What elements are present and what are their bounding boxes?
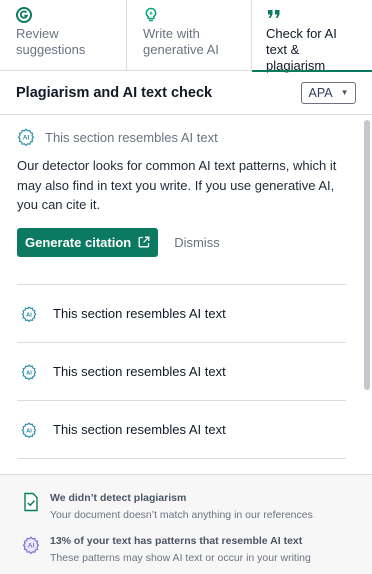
- generate-citation-button[interactable]: Generate citation: [17, 227, 159, 257]
- list-item-text: This section resembles AI text: [53, 364, 226, 379]
- tab-bar: Review suggestions Write with generative…: [0, 0, 372, 73]
- list-item-text: This section resembles AI text: [53, 306, 226, 321]
- list-item[interactable]: AI This section resembles AI text: [17, 284, 346, 342]
- ai-card-actions: Generate citation Dismiss: [17, 227, 356, 257]
- generate-citation-label: Generate citation: [25, 234, 132, 250]
- ai-card-header: AI This section resembles AI text: [17, 128, 356, 146]
- svg-text:AI: AI: [28, 543, 35, 550]
- ai-text-status-text: 13% of your text has patterns that resem…: [50, 534, 311, 565]
- summary-footer: We didn’t detect plagiarism Your documen…: [0, 474, 372, 574]
- tab-write-with-generative-ai-label: Write with generative AI: [143, 26, 219, 57]
- ai-card-header-text: This section resembles AI text: [45, 129, 218, 145]
- ai-chip-icon: AI: [21, 363, 37, 380]
- ai-card-description: Our detector looks for common AI text pa…: [17, 158, 337, 212]
- svg-text:AI: AI: [23, 135, 30, 142]
- svg-text:AI: AI: [26, 370, 32, 376]
- list-item[interactable]: AI This section resembles AI text: [17, 400, 346, 458]
- ai-chip-icon: AI: [17, 128, 35, 146]
- panel-title: Plagiarism and AI text check: [16, 84, 213, 101]
- ai-text-status-title: 13% of your text has patterns that resem…: [50, 535, 303, 547]
- ai-text-status-subtitle: These patterns may show AI text or occur…: [50, 552, 311, 564]
- grammarly-g-icon: [16, 7, 32, 23]
- plagiarism-status-text: We didn’t detect plagiarism Your documen…: [50, 491, 313, 522]
- scrollbar[interactable]: [362, 116, 372, 474]
- citation-style-value: APA: [308, 85, 333, 100]
- scrollbar-thumb[interactable]: [364, 120, 370, 390]
- tab-write-with-generative-ai[interactable]: Write with generative AI: [127, 0, 252, 71]
- ai-badge-icon: AI: [22, 536, 40, 555]
- ai-text-card[interactable]: AI This section resembles AI text Our de…: [0, 116, 372, 257]
- tab-check-ai-plagiarism-label: Check for AI text & plagiarism: [266, 26, 337, 73]
- tab-review-suggestions-label: Review suggestions: [16, 26, 86, 57]
- lightbulb-icon: [145, 7, 157, 22]
- plagiarism-status: We didn’t detect plagiarism Your documen…: [22, 491, 372, 522]
- list-item-text: This section resembles AI text: [53, 422, 226, 437]
- caret-down-icon: ▼: [340, 88, 349, 97]
- svg-text:AI: AI: [26, 312, 32, 318]
- list-divider: [17, 458, 346, 474]
- external-link-icon: [138, 236, 150, 248]
- panel-header: Plagiarism and AI text check APA ▼: [0, 71, 372, 115]
- tab-check-ai-plagiarism[interactable]: Check for AI text & plagiarism: [252, 0, 372, 73]
- citation-style-select[interactable]: APA ▼: [301, 81, 356, 104]
- results-panel: AI This section resembles AI text Our de…: [0, 116, 372, 474]
- svg-text:AI: AI: [26, 428, 32, 434]
- plagiarism-status-subtitle: Your document doesn’t match anything in …: [50, 509, 313, 521]
- ai-chip-icon: AI: [21, 305, 37, 322]
- tab-review-suggestions[interactable]: Review suggestions: [0, 0, 127, 71]
- document-check-icon: [24, 492, 38, 512]
- ai-chip-icon: AI: [21, 421, 37, 438]
- ai-section-list: AI This section resembles AI text AI Thi…: [17, 284, 346, 474]
- dismiss-button[interactable]: Dismiss: [174, 235, 220, 250]
- plagiarism-status-title: We didn’t detect plagiarism: [50, 492, 187, 504]
- quote-icon: [268, 10, 280, 18]
- list-item[interactable]: AI This section resembles AI text: [17, 342, 346, 400]
- ai-text-status: AI 13% of your text has patterns that re…: [22, 534, 372, 565]
